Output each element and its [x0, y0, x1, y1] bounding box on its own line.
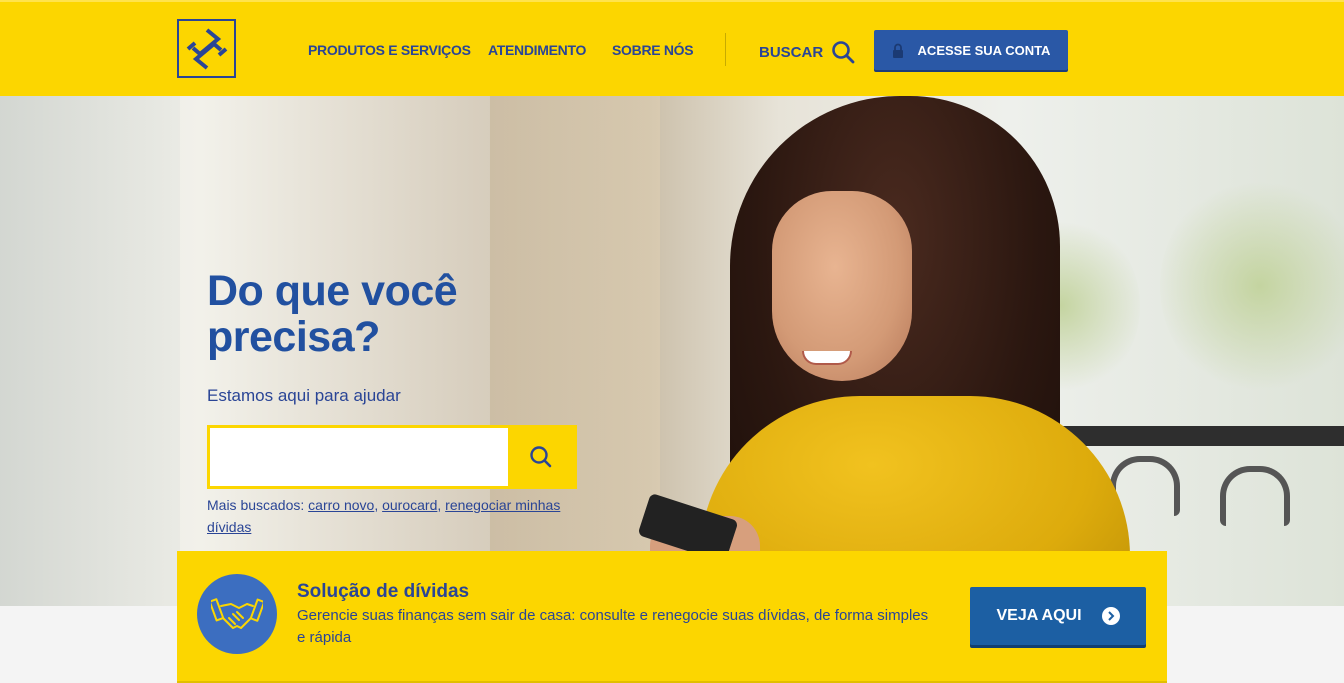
- arrow-right-circle-icon: [1101, 607, 1120, 625]
- bb-logo-icon[interactable]: [177, 19, 236, 78]
- hero-headline: Do que você precisa?: [207, 267, 458, 361]
- search-icon: [832, 41, 855, 64]
- popular-searches: Mais buscados: carro novo, ourocard, ren…: [207, 497, 561, 535]
- hero-search: [207, 425, 577, 489]
- hero-person-smile: [802, 351, 852, 365]
- veja-aqui-button[interactable]: VEJA AQUI: [970, 587, 1146, 645]
- promo-description: Gerencie suas finanças sem sair de casa:…: [297, 607, 929, 646]
- nav-atendimento[interactable]: ATENDIMENTO: [488, 42, 586, 58]
- search-submit-button[interactable]: [508, 428, 574, 486]
- hero-bg-window-left: [0, 96, 180, 606]
- nav-produtos-servicos[interactable]: PRODUTOS E SERVIÇOS: [308, 42, 471, 58]
- hero-bg-chair: [1220, 466, 1290, 526]
- search-label: BUSCAR: [759, 43, 824, 61]
- hero-headline-line1: Do que você: [207, 267, 458, 315]
- search-toggle-button[interactable]: BUSCAR: [759, 40, 855, 64]
- veja-aqui-label: VEJA AQUI: [996, 607, 1082, 624]
- hero-banner: [0, 96, 1344, 606]
- login-button[interactable]: ACESSE SUA CONTA: [874, 30, 1068, 70]
- promo-card: Solução de dívidas Gerencie suas finança…: [177, 551, 1167, 683]
- handshake-icon: [197, 574, 277, 654]
- nav-sobre-nos[interactable]: SOBRE NÓS: [612, 42, 694, 58]
- promo-title: Solução de dívidas: [297, 581, 470, 602]
- nav-divider: [725, 33, 726, 66]
- site-header: PRODUTOS E SERVIÇOS ATENDIMENTO SOBRE NÓ…: [0, 0, 1344, 96]
- search-input[interactable]: [210, 428, 508, 486]
- popular-link-ourocard[interactable]: ourocard: [382, 497, 437, 513]
- login-label: ACESSE SUA CONTA: [917, 42, 1051, 58]
- hero-headline-line2: precisa?: [207, 313, 380, 361]
- lock-icon: [892, 43, 903, 58]
- hero-bg-table: [1060, 426, 1344, 446]
- search-icon: [530, 446, 552, 468]
- popular-link-carro-novo[interactable]: carro novo: [308, 497, 374, 513]
- popular-searches-label: Mais buscados:: [207, 497, 305, 513]
- hero-bg-tree: [1160, 176, 1344, 396]
- hero-subtitle: Estamos aqui para ajudar: [207, 386, 401, 405]
